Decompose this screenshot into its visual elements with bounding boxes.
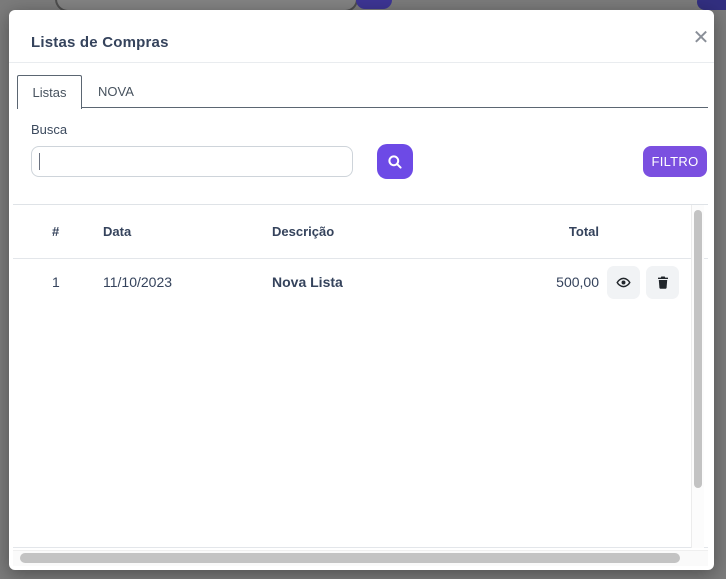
tab-listas-label: Listas xyxy=(33,85,67,100)
tab-listas[interactable]: Listas xyxy=(17,75,82,109)
cell-date: 11/10/2023 xyxy=(103,274,272,290)
col-header-total: Total xyxy=(442,224,599,239)
background-corner-button xyxy=(697,0,726,10)
eye-icon xyxy=(616,275,631,290)
modal-title: Listas de Compras xyxy=(31,34,169,51)
col-header-description: Descrição xyxy=(272,224,442,239)
delete-button[interactable] xyxy=(646,266,679,299)
search-label: Busca xyxy=(31,122,67,137)
screen: Listas de Compras ✕ Listas NOVA Busca FI… xyxy=(0,0,726,579)
trash-icon xyxy=(656,275,670,290)
cell-description: Nova Lista xyxy=(272,274,442,290)
shopping-lists-modal: Listas de Compras ✕ Listas NOVA Busca FI… xyxy=(9,10,714,570)
tabbar-underline xyxy=(17,107,708,108)
search-input[interactable] xyxy=(31,146,353,177)
search-button[interactable] xyxy=(377,144,413,179)
table-header-row: # Data Descrição Total xyxy=(13,205,708,259)
close-button[interactable]: ✕ xyxy=(687,24,715,52)
table-row: 1 11/10/2023 Nova Lista 500,00 xyxy=(13,259,708,305)
col-header-id: # xyxy=(13,224,103,239)
view-button[interactable] xyxy=(607,266,640,299)
tab-nova[interactable]: NOVA xyxy=(82,75,150,108)
magnifier-icon xyxy=(387,154,403,170)
tab-nova-label: NOVA xyxy=(98,84,134,99)
filter-button[interactable]: FILTRO xyxy=(643,146,707,177)
cell-id: 1 xyxy=(13,274,103,290)
text-caret xyxy=(39,153,40,170)
background-search-button xyxy=(356,0,392,9)
close-icon: ✕ xyxy=(693,27,710,49)
lists-table: # Data Descrição Total 1 11/10/2023 Nova… xyxy=(13,204,708,548)
cell-total: 500,00 xyxy=(442,274,599,290)
vertical-scrollbar-thumb[interactable] xyxy=(694,210,702,488)
horizontal-scrollbar-thumb[interactable] xyxy=(20,553,680,563)
header-divider xyxy=(9,62,714,63)
col-header-date: Data xyxy=(103,224,272,239)
